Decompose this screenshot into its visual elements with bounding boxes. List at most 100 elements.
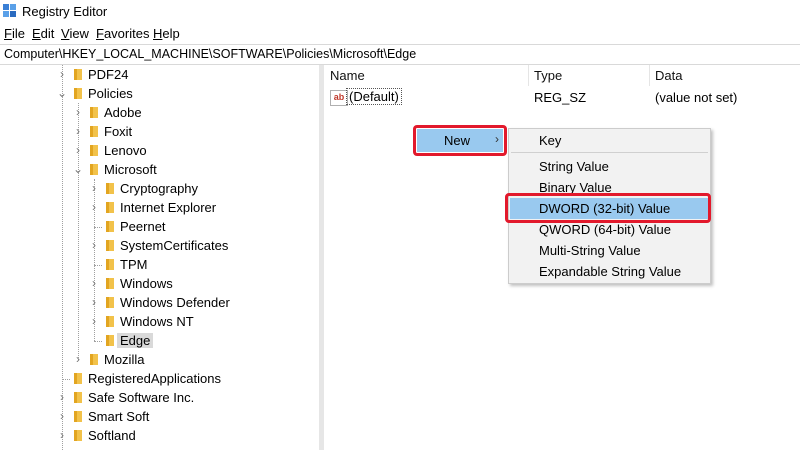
- folder-icon: [90, 126, 98, 137]
- tree-item-windows-nt[interactable]: › Windows NT: [0, 312, 319, 331]
- tree-item-pdf24[interactable]: › PDF24: [0, 65, 319, 84]
- tree-item-internet-explorer[interactable]: › Internet Explorer: [0, 198, 319, 217]
- address-path: Computer\HKEY_LOCAL_MACHINE\SOFTWARE\Pol…: [4, 47, 417, 61]
- tree-item-microsoft[interactable]: ⌄ Microsoft: [0, 160, 319, 179]
- column-header-name[interactable]: Name: [330, 65, 365, 86]
- window-title: Registry Editor: [22, 4, 108, 19]
- tree-item-adobe[interactable]: › Adobe: [0, 103, 319, 122]
- folder-icon: [74, 392, 82, 403]
- submenu-item-key[interactable]: Key: [510, 130, 709, 151]
- new-submenu: Key String Value Binary Value DWORD (32-…: [508, 128, 711, 284]
- tree-item-label: Windows NT: [120, 314, 194, 329]
- tree-item-foxit[interactable]: › Foxit: [0, 122, 319, 141]
- tree-item-edge[interactable]: Edge: [0, 331, 319, 350]
- tree-item-smart-soft[interactable]: › Smart Soft: [0, 407, 319, 426]
- column-header-type[interactable]: Type: [534, 65, 562, 86]
- chevron-down-icon[interactable]: ⌄: [72, 160, 84, 179]
- tree-item-label: SystemCertificates: [120, 238, 229, 253]
- submenu-item-expandable-string-value[interactable]: Expandable String Value: [510, 261, 709, 282]
- tree-item-registeredapplications[interactable]: RegisteredApplications: [0, 369, 319, 388]
- chevron-right-icon[interactable]: ›: [72, 350, 84, 369]
- chevron-down-icon[interactable]: ⌄: [56, 84, 68, 103]
- submenu-item-binary-value[interactable]: Binary Value: [510, 177, 709, 198]
- tree-item-label: Smart Soft: [88, 409, 150, 424]
- menu-help[interactable]: Help: [153, 26, 180, 41]
- tree-item-label: Softland: [88, 428, 136, 443]
- value-data: (value not set): [655, 90, 738, 105]
- tree-item-label: Edge: [117, 333, 154, 348]
- folder-icon: [90, 107, 98, 118]
- chevron-right-icon[interactable]: ›: [88, 236, 100, 255]
- tree-item-label: Mozilla: [104, 352, 145, 367]
- submenu-item-qword-value[interactable]: QWORD (64-bit) Value: [510, 219, 709, 240]
- submenu-item-dword-value[interactable]: DWORD (32-bit) Value: [510, 198, 709, 219]
- tree-item-label: Windows: [120, 276, 173, 291]
- tree-item-label: Internet Explorer: [120, 200, 217, 215]
- tree-item-systemcertificates[interactable]: › SystemCertificates: [0, 236, 319, 255]
- folder-icon: [106, 259, 114, 270]
- context-menu-new[interactable]: New ›: [417, 129, 503, 152]
- tree-item-label: Cryptography: [120, 181, 199, 196]
- folder-icon: [106, 202, 114, 213]
- folder-icon: [106, 240, 114, 251]
- tree-item-label: PDF24: [88, 67, 129, 82]
- chevron-right-icon[interactable]: ›: [72, 141, 84, 160]
- tree-item-peernet[interactable]: Peernet: [0, 217, 319, 236]
- chevron-right-icon[interactable]: ›: [56, 388, 68, 407]
- chevron-right-icon[interactable]: ›: [88, 293, 100, 312]
- folder-icon: [90, 164, 98, 175]
- tree-item-softland[interactable]: › Softland: [0, 426, 319, 445]
- registry-editor-icon: [3, 4, 16, 17]
- tree-item-safe-software[interactable]: › Safe Software Inc.: [0, 388, 319, 407]
- tree-item-windows-defender[interactable]: › Windows Defender: [0, 293, 319, 312]
- tree-item-label: Peernet: [120, 219, 166, 234]
- chevron-right-icon: ›: [495, 132, 499, 146]
- menu-bar: File Edit View Favorites Help: [0, 24, 800, 44]
- folder-icon: [74, 88, 82, 99]
- folder-icon: [106, 316, 114, 327]
- folder-icon: [74, 430, 82, 441]
- tree-item-label: Policies: [88, 86, 133, 101]
- title-bar: Registry Editor: [0, 0, 800, 24]
- tree-item-mozilla[interactable]: › Mozilla: [0, 350, 319, 369]
- folder-icon: [106, 183, 114, 194]
- column-divider[interactable]: [528, 65, 529, 86]
- chevron-right-icon[interactable]: ›: [88, 179, 100, 198]
- menu-favorites[interactable]: Favorites: [96, 26, 149, 41]
- chevron-right-icon[interactable]: ›: [56, 65, 68, 84]
- folder-icon: [106, 335, 114, 346]
- chevron-right-icon[interactable]: ›: [72, 122, 84, 141]
- folder-icon: [106, 278, 114, 289]
- value-type: REG_SZ: [534, 90, 587, 105]
- submenu-item-string-value[interactable]: String Value: [510, 156, 709, 177]
- chevron-right-icon[interactable]: ›: [72, 103, 84, 122]
- chevron-right-icon[interactable]: ›: [56, 407, 68, 426]
- chevron-right-icon[interactable]: ›: [88, 198, 100, 217]
- tree-item-label: Windows Defender: [120, 295, 230, 310]
- key-tree-pane[interactable]: › PDF24 ⌄ Policies › Adobe › Foxit › Len…: [0, 65, 319, 450]
- tree-item-label: Adobe: [104, 105, 142, 120]
- folder-icon: [90, 145, 98, 156]
- menu-edit[interactable]: Edit: [32, 26, 54, 41]
- chevron-right-icon[interactable]: ›: [88, 312, 100, 331]
- submenu-item-multi-string-value[interactable]: Multi-String Value: [510, 240, 709, 261]
- tree-item-cryptography[interactable]: › Cryptography: [0, 179, 319, 198]
- column-divider[interactable]: [649, 65, 650, 86]
- tree-item-label: Microsoft: [104, 162, 157, 177]
- tree-item-policies[interactable]: ⌄ Policies: [0, 84, 319, 103]
- tree-item-label: Foxit: [104, 124, 133, 139]
- chevron-right-icon[interactable]: ›: [88, 274, 100, 293]
- tree-item-label: Lenovo: [104, 143, 147, 158]
- tree-item-windows[interactable]: › Windows: [0, 274, 319, 293]
- tree-item-tpm[interactable]: TPM: [0, 255, 319, 274]
- new-label: New: [444, 133, 471, 148]
- folder-icon: [106, 297, 114, 308]
- menu-separator: [511, 152, 708, 153]
- column-header-data[interactable]: Data: [655, 65, 682, 86]
- address-bar[interactable]: Computer\HKEY_LOCAL_MACHINE\SOFTWARE\Pol…: [0, 44, 800, 65]
- tree-item-label: TPM: [120, 257, 148, 272]
- chevron-right-icon[interactable]: ›: [56, 426, 68, 445]
- menu-view[interactable]: View: [61, 26, 89, 41]
- tree-item-lenovo[interactable]: › Lenovo: [0, 141, 319, 160]
- menu-file[interactable]: File: [4, 26, 25, 41]
